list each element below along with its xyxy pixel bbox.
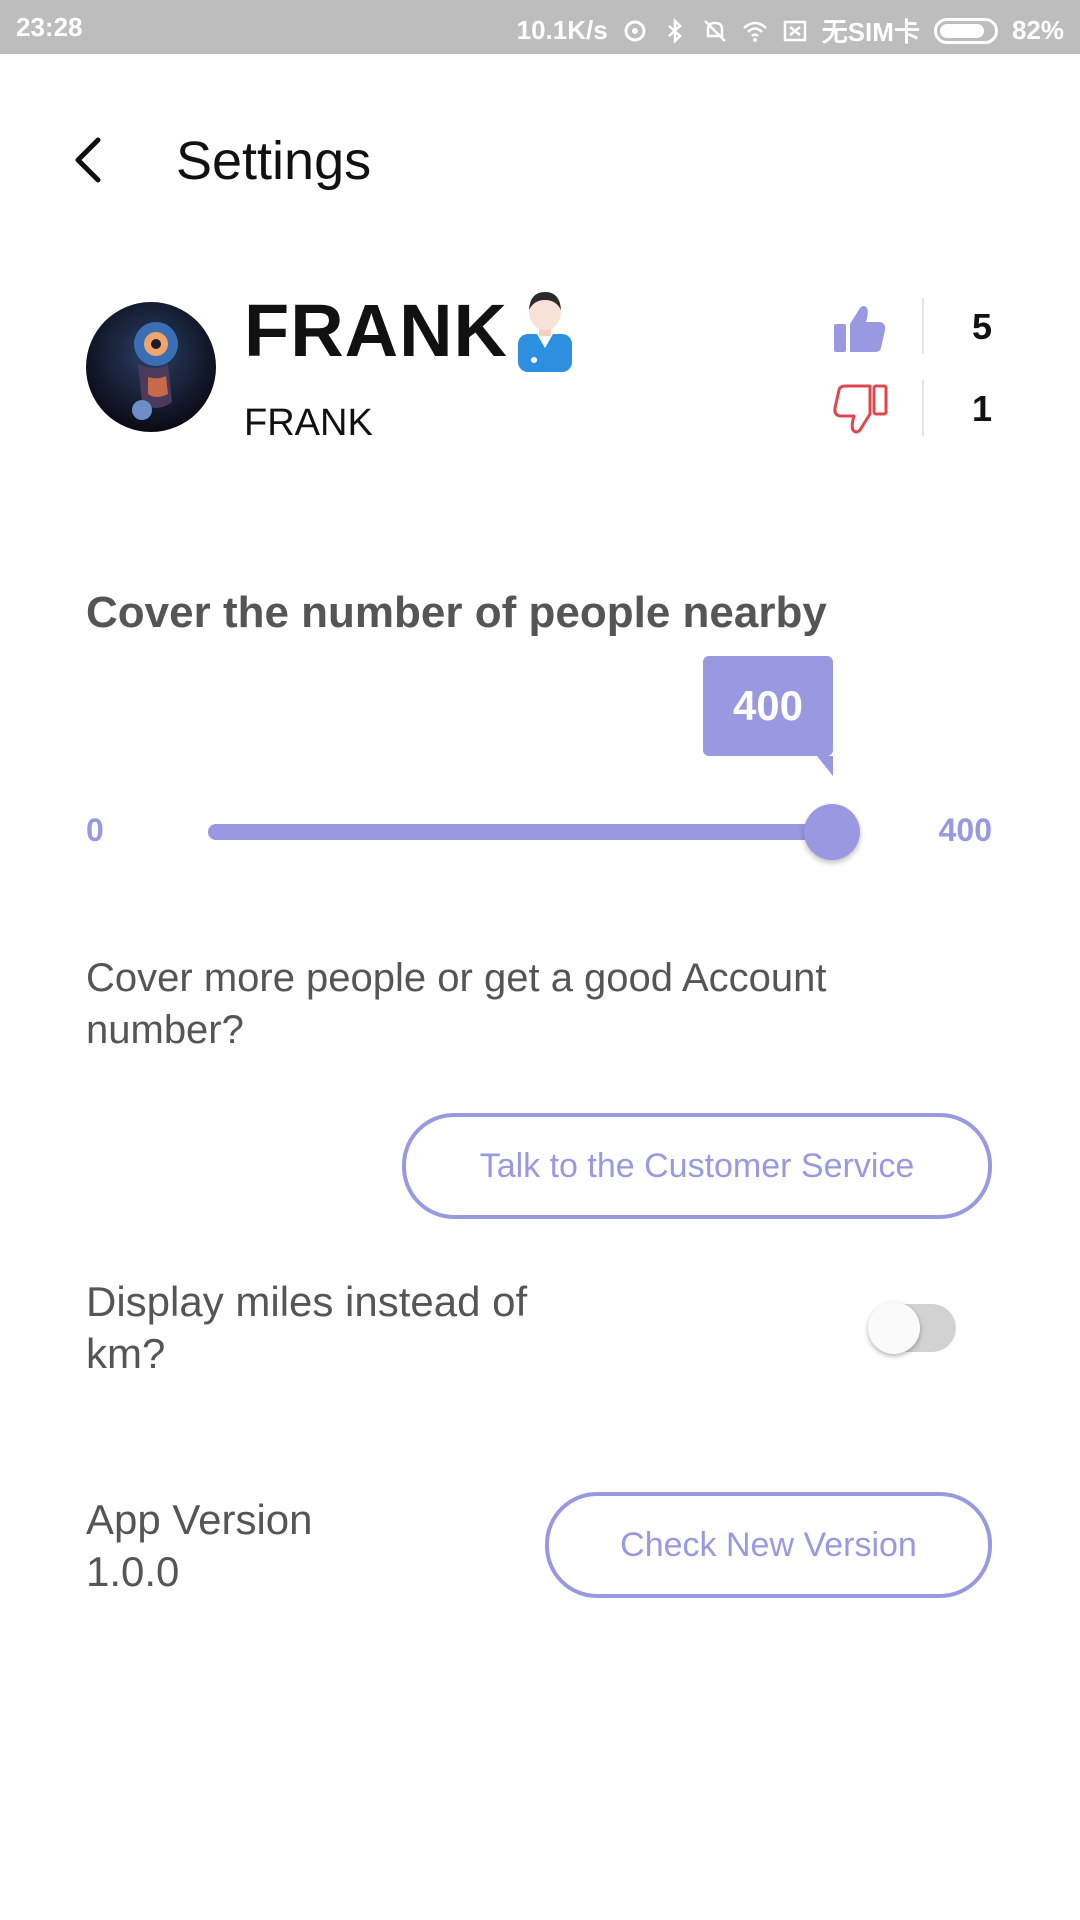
slider-track-fill [208, 824, 832, 840]
slider-value-bubble: 400 [703, 656, 833, 776]
no-sim-icon [783, 20, 806, 41]
dislikes-count: 1 [971, 388, 992, 429]
profile-username: FRANK [244, 402, 373, 444]
wifi-icon [742, 21, 767, 42]
thumbs-down-icon [833, 384, 888, 434]
status-icons: 10.1K/s 无SIM卡 82% [517, 12, 1064, 49]
slider-thumb[interactable] [804, 804, 860, 860]
page-title: Settings [176, 131, 372, 191]
likes-count: 5 [971, 306, 992, 347]
app-header: Settings [0, 100, 1080, 220]
slider-max-label: 400 [938, 812, 992, 848]
battery-icon [933, 17, 998, 44]
thumbs-up-icon [834, 306, 886, 352]
dislikes-row[interactable]: 1 [832, 378, 992, 460]
coverage-title: Cover the number of people nearby [86, 588, 827, 637]
toggle-knob [868, 1302, 920, 1354]
avatar-image [86, 302, 216, 432]
vote-summary: 5 1 [832, 296, 992, 460]
check-version-button[interactable]: Check New Version [545, 1492, 992, 1598]
customer-service-button[interactable]: Talk to the Customer Service [402, 1113, 992, 1219]
support-question: Cover more people or get a good Account … [86, 956, 827, 1052]
sim-status: 无SIM卡 [821, 17, 920, 47]
status-bar: 23:28 10.1K/s 无SIM卡 82% [0, 0, 1080, 54]
miles-toggle-label: Display miles instead of km? [86, 1278, 528, 1377]
battery-percent: 82% [1011, 15, 1064, 45]
coverage-slider: 400 0 400 [0, 650, 1080, 870]
hotspot-icon [624, 20, 646, 41]
miles-toggle[interactable] [868, 1302, 956, 1354]
chevron-left-icon[interactable] [60, 130, 120, 190]
app-version-label: App Version 1.0.0 [86, 1496, 313, 1595]
slider-track[interactable] [208, 804, 860, 860]
profile-display-name: FRANK [244, 289, 508, 372]
mute-icon [703, 19, 726, 42]
male-person-icon [518, 292, 572, 372]
vote-divider [922, 298, 924, 354]
network-speed: 10.1K/s [516, 15, 608, 45]
slider-min-label: 0 [86, 812, 104, 848]
status-time: 23:28 [16, 12, 83, 42]
likes-row[interactable]: 5 [832, 296, 992, 378]
vote-divider [922, 380, 924, 436]
bluetooth-icon [667, 17, 682, 44]
avatar[interactable] [86, 302, 216, 432]
